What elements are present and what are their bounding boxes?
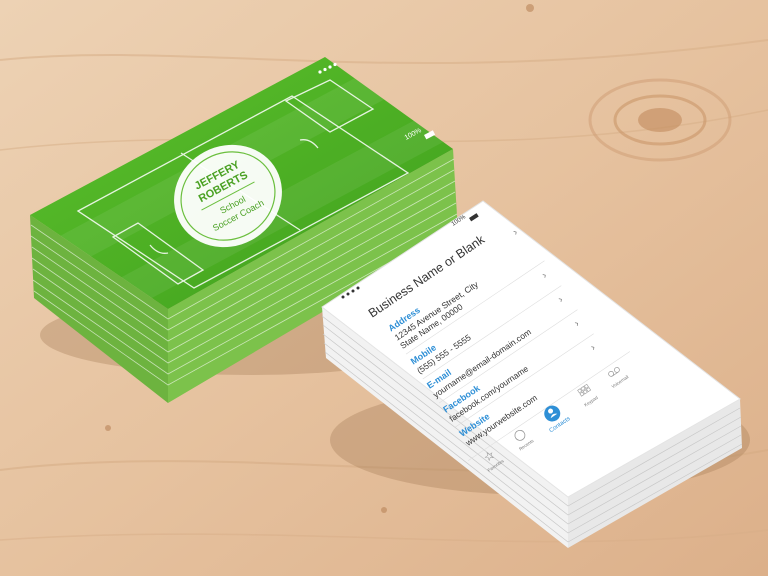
mockup-scene: 100% JEFFERY ROBERTS School Soccer Coach: [0, 0, 768, 576]
